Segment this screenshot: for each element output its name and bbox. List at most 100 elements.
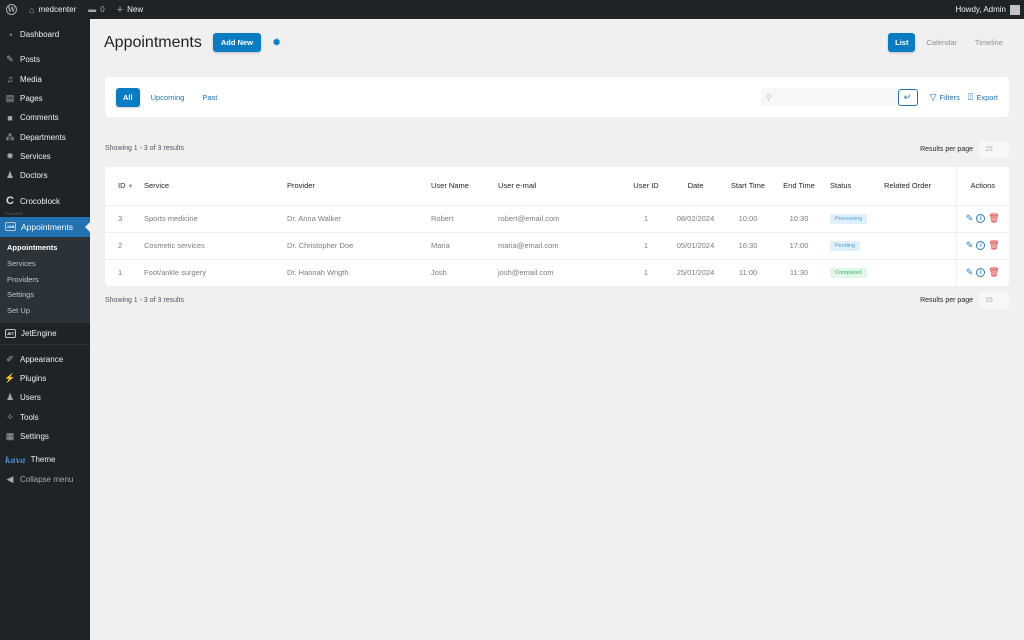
edit-icon[interactable]: ✎	[966, 240, 974, 251]
cell-start-time: 16:30	[722, 232, 774, 260]
results-per-page-input[interactable]: 15	[979, 292, 1009, 309]
search-icon: ⚲	[765, 92, 772, 102]
edit-icon[interactable]: ✎	[966, 213, 974, 224]
sidebar-item-label: Dashboard	[20, 30, 60, 40]
cell-related-order	[884, 205, 956, 233]
column-header-user-id: User ID	[623, 167, 669, 206]
filter-tab-upcoming[interactable]: Upcoming	[144, 88, 192, 107]
sidebar-item-dashboard[interactable]: ◔ Dashboard	[0, 25, 90, 44]
site-name: medcenter	[38, 5, 77, 14]
new-label: New	[127, 5, 144, 14]
submenu-item-set-up[interactable]: Set Up	[0, 303, 90, 319]
info-icon[interactable]: i	[976, 214, 986, 223]
sidebar-item-doctors[interactable]: ♟ Doctors	[0, 166, 90, 185]
appointments-submenu: Appointments Services Providers Settings…	[0, 236, 90, 323]
settings-gear-icon[interactable]: ✹	[272, 36, 281, 49]
sidebar-item-media[interactable]: ♫ Media	[0, 70, 90, 89]
filter-bar: All Upcoming Past ⚲ ↵ ▽ Filters ⍐ Export	[105, 77, 1009, 117]
filters-button[interactable]: ▽ Filters	[930, 92, 960, 103]
sidebar-item-departments[interactable]: ⁂ Departments	[0, 127, 90, 146]
submenu-item-settings[interactable]: Settings	[0, 287, 90, 303]
cell-date: 25/01/2024	[676, 268, 715, 278]
sidebar-item-posts[interactable]: ✎ Posts	[0, 50, 90, 69]
cell-user-name: Josh	[431, 268, 447, 278]
sidebar-item-pages[interactable]: ▤ Pages	[0, 89, 90, 108]
column-header-id[interactable]: ID ▼	[105, 167, 144, 206]
table-row[interactable]: 2 Cosmetic services Dr. Christopher Doe …	[105, 232, 1009, 260]
filter-tab-all[interactable]: All	[116, 87, 140, 107]
search-submit-button[interactable]: ↵	[897, 88, 918, 106]
cell-provider: Dr. Hannah Wrigth	[287, 268, 349, 278]
sidebar-item-appearance[interactable]: ✐ Appearance	[0, 350, 90, 369]
view-tab-list[interactable]: List	[888, 33, 916, 52]
table-row[interactable]: 3 Sports medicine Dr. Anna Walker Robert…	[105, 205, 1009, 233]
sidebar-item-crocoblock[interactable]: C Crocoblock	[0, 191, 90, 210]
site-name-link[interactable]: ⌂ medcenter	[23, 0, 82, 19]
column-header-status: Status	[824, 167, 884, 206]
view-tab-calendar[interactable]: Calendar	[919, 33, 963, 52]
sidebar-item-services[interactable]: ✹ Services	[0, 147, 90, 166]
media-icon: ♫	[6, 74, 14, 85]
delete-icon[interactable]: 🗑	[988, 240, 999, 251]
submenu-item-appointments[interactable]: Appointments	[0, 240, 90, 256]
cell-related-order	[884, 232, 956, 260]
sidebar-item-plugins[interactable]: ⚡ Plugins	[0, 369, 90, 388]
comment-icon: ■	[7, 112, 13, 123]
cell-status: Processing	[824, 205, 884, 233]
column-header-date: Date	[669, 167, 722, 206]
sidebar-item-users[interactable]: ♟ Users	[0, 388, 90, 407]
export-button[interactable]: ⍐ Export	[968, 92, 998, 103]
cell-service: Sports medicine	[144, 205, 287, 233]
column-header-user-email: User e-mail	[498, 167, 623, 206]
search-input[interactable]	[775, 92, 896, 102]
cell-id: 1	[118, 268, 123, 278]
info-icon[interactable]: i	[976, 268, 986, 278]
collapse-menu-button[interactable]: ◀ Collapse menu	[0, 469, 90, 488]
cell-date: 08/02/2024	[669, 205, 722, 233]
wp-logo-button[interactable]: W	[0, 0, 23, 19]
submenu-item-providers[interactable]: Providers	[0, 271, 90, 287]
table-row[interactable]: 1 Foot/ankle surgery Dr. Hannah Wrigth J…	[105, 259, 1009, 286]
sidebar-item-label: Users	[20, 393, 41, 403]
status-badge: Processing	[830, 214, 868, 224]
sort-desc-icon[interactable]: ▼	[128, 184, 134, 190]
comments-link[interactable]: ▬ 0	[82, 0, 110, 19]
user-icon: ♟	[5, 170, 15, 181]
sidebar-item-theme[interactable]: kava Theme	[0, 450, 90, 469]
sidebar-item-label: Theme	[30, 455, 56, 465]
column-header-service: Service	[144, 167, 287, 206]
greeting: Howdy, Admin	[955, 5, 1006, 14]
cell-end-time: 10:30	[774, 205, 824, 233]
cell-start-time: 11:00	[738, 268, 758, 278]
sidebar-item-comments[interactable]: ■ Comments	[0, 108, 90, 127]
cell-provider: Dr. Anna Walker	[287, 205, 431, 233]
home-icon: ⌂	[29, 4, 35, 15]
results-per-page-input[interactable]: 15	[979, 141, 1009, 158]
new-content-link[interactable]: + New	[111, 0, 149, 19]
filter-tab-past[interactable]: Past	[195, 88, 224, 107]
view-tab-timeline[interactable]: Timeline	[968, 33, 1010, 52]
column-header-related-order: Related Order	[884, 167, 956, 206]
sidebar-item-settings[interactable]: ▦ Settings	[0, 427, 90, 446]
delete-icon[interactable]: 🗑	[988, 213, 999, 224]
jet-appointments-icon: JAB	[5, 222, 16, 232]
add-new-button[interactable]: Add New	[212, 33, 261, 52]
edit-icon[interactable]: ✎	[966, 267, 974, 278]
cell-end-time: 11:30	[789, 268, 809, 278]
filter-icon: ▽	[929, 91, 937, 102]
cell-provider: Dr. Christopher Doe	[287, 232, 431, 260]
info-icon[interactable]: i	[976, 241, 986, 250]
account-menu[interactable]: Howdy, Admin	[949, 0, 1024, 19]
filters-label: Filters	[939, 92, 960, 102]
delete-icon[interactable]: 🗑	[988, 267, 999, 278]
avatar	[1010, 4, 1020, 15]
page-title: Appointments	[104, 33, 202, 51]
sidebar-item-label: Doctors	[20, 171, 48, 181]
submenu-item-services[interactable]: Services	[0, 255, 90, 271]
sidebar-item-tools[interactable]: ✧ Tools	[0, 408, 90, 427]
comment-icon: ▬	[88, 5, 97, 14]
sidebar-item-appointments[interactable]: JAB Appointments	[0, 216, 90, 237]
sidebar-item-jetengine[interactable]: JET JetEngine	[0, 323, 90, 344]
cell-user-email: maria@email.com	[498, 232, 623, 260]
export-icon: ⍐	[967, 91, 974, 102]
